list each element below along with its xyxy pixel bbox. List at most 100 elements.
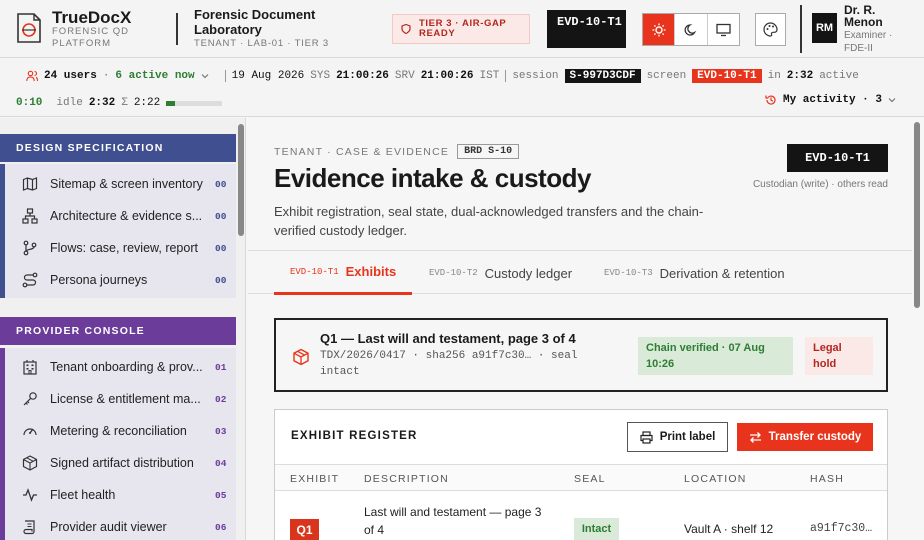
chevron-down-icon[interactable] — [201, 73, 209, 79]
avatar[interactable]: RM — [812, 13, 837, 43]
activity-progress-bar — [166, 100, 223, 106]
register-title: Exhibit register — [291, 430, 418, 442]
key-icon — [23, 392, 37, 406]
sidebar-item-fleet-health[interactable]: Fleet health 05 — [10, 479, 241, 511]
screen-id-badge: EVD-10-T1 — [787, 144, 888, 172]
sidebar-item-label: Fleet health — [50, 488, 116, 502]
active-users[interactable]: 6 active now — [115, 70, 194, 82]
screen-id-badge: EVD-10-T1 — [547, 10, 626, 48]
tab-bar: EVD-10-T1 Exhibits EVD-10-T2 Custody led… — [248, 250, 912, 295]
sidebar-item-number: 00 — [215, 274, 227, 286]
sidebar-item-label: Signed artifact distribution — [50, 456, 194, 470]
status-row-1: 24 users · 6 active now 19 Aug 2026 SYS … — [26, 66, 865, 86]
session-id-badge: S-997D3CDF — [564, 69, 641, 83]
selected-exhibit-card[interactable]: Q1 — Last will and testament, page 3 of … — [274, 318, 888, 392]
sidebar-item-flows[interactable]: Flows: case, review, report 00 — [10, 232, 241, 264]
theme-system-button[interactable] — [708, 14, 739, 45]
brand-subtitle: Forensic QD Platform — [52, 26, 129, 49]
column-header-hash[interactable]: Hash — [810, 473, 844, 485]
sidebar-item-persona-journeys[interactable]: Persona journeys 00 — [10, 264, 241, 296]
current-date: 19 Aug 2026 — [231, 70, 305, 82]
journey-icon — [22, 272, 38, 288]
brd-tag: BRD S-10 — [457, 144, 520, 159]
users-count[interactable]: 24 users — [44, 70, 97, 82]
sidebar-item-number: 02 — [215, 393, 227, 405]
status-row-2: 0:10 idle 2:32 Σ 2:22 — [16, 93, 228, 113]
app-header: TrueDocX Forensic QD Platform Forensic D… — [0, 0, 924, 58]
tab-exhibits[interactable]: EVD-10-T1 Exhibits — [274, 251, 413, 295]
section-header-provider-console[interactable]: Provider console — [0, 317, 236, 345]
flow-icon — [23, 240, 37, 256]
tab-derivation-retention[interactable]: EVD-10-T3 Derivation & retention — [604, 251, 785, 295]
user-role: Examiner · FDE-II — [844, 30, 893, 54]
sidebar-item-number: 01 — [215, 361, 227, 373]
tab-code: EVD-10-T2 — [429, 268, 478, 278]
column-header-location[interactable]: Location — [684, 473, 747, 485]
moon-icon — [684, 23, 697, 36]
legal-hold-badge: Legal hold — [805, 337, 873, 375]
breadcrumb: Tenant · Case & evidence BRD S-10 — [274, 144, 520, 159]
sidebar-item-label: Architecture & evidence s... — [50, 209, 203, 223]
tier-badge: TIER 3 · AIR-GAP READY — [392, 14, 530, 44]
sigma-label: Σ — [121, 97, 128, 109]
table-row[interactable]: Q1 Last will and testament — page 3 of 4… — [275, 492, 887, 540]
exhibit-title: Q1 — Last will and testament, page 3 of … — [320, 331, 576, 346]
chevron-down-icon — [888, 98, 896, 103]
tab-custody-ledger[interactable]: EVD-10-T2 Custody ledger — [429, 251, 572, 295]
theme-switcher — [642, 13, 740, 46]
sidebar-item-label: Provider audit viewer — [50, 520, 167, 534]
breadcrumb-text: Tenant · Case & evidence — [274, 145, 450, 158]
history-icon — [765, 95, 776, 105]
sidebar-item-provider-audit[interactable]: Provider audit viewer 06 — [10, 511, 241, 540]
map-icon — [22, 177, 38, 191]
sidebar-item-architecture[interactable]: Architecture & evidence s... 00 — [10, 200, 241, 232]
sidebar-item-label: Persona journeys — [50, 273, 148, 287]
main-scrollbar[interactable] — [914, 122, 920, 308]
column-header-description[interactable]: Description — [364, 473, 449, 485]
page-description: Exhibit registration, seal state, dual-a… — [274, 204, 704, 238]
sidebar-item-sitemap[interactable]: Sitemap & screen inventory 00 — [10, 168, 241, 200]
sidebar-item-number: 00 — [215, 210, 227, 222]
theme-dark-button[interactable] — [675, 14, 708, 45]
user-name: Dr. R. Menon — [844, 3, 883, 29]
section-body-provider-console: Tenant onboarding & prov... 01 License &… — [0, 348, 236, 540]
gauge-icon — [23, 428, 37, 436]
sidebar-item-artifact-distribution[interactable]: Signed artifact distribution 04 — [10, 447, 241, 479]
print-label-button[interactable]: Print label — [627, 422, 728, 452]
sidebar-item-metering[interactable]: Metering & reconciliation 03 — [10, 415, 241, 447]
sidebar-item-label: License & entitlement ma... — [50, 392, 201, 406]
my-activity-label: My activity · 3 — [782, 94, 882, 106]
active-label: active — [819, 70, 859, 82]
sigma-time: 2:22 — [133, 97, 161, 109]
sidebar-item-tenant-onboarding[interactable]: Tenant onboarding & prov... 01 — [10, 351, 241, 383]
chain-verified-badge: Chain verified · 07 Aug 10:26 — [638, 337, 793, 375]
column-header-exhibit[interactable]: Exhibit — [290, 473, 339, 485]
srv-time: 21:00:26 — [420, 70, 474, 82]
register-header-row: Exhibit Description Seal Location Hash — [275, 464, 887, 491]
sys-time: 21:00:26 — [336, 70, 389, 82]
session-status-bar: 24 users · 6 active now 19 Aug 2026 SYS … — [0, 59, 924, 117]
active-time: 0:10 — [16, 97, 43, 109]
column-header-seal[interactable]: Seal — [574, 473, 606, 485]
palette-icon — [763, 22, 778, 37]
transfer-custody-button[interactable]: Transfer custody — [737, 423, 873, 451]
divider — [224, 70, 226, 82]
building-icon — [23, 360, 37, 375]
my-activity-button[interactable]: My activity · 3 — [759, 94, 896, 106]
in-time: 2:32 — [786, 70, 814, 82]
sidebar-item-number: 00 — [215, 178, 227, 190]
idle-time: 2:32 — [88, 97, 116, 109]
in-label: in — [767, 70, 781, 82]
theme-light-button[interactable] — [643, 14, 676, 45]
activity-progress-fill — [166, 100, 175, 106]
sidebar-item-label: Sitemap & screen inventory — [50, 177, 203, 191]
sidebar-item-number: 00 — [215, 242, 227, 254]
sidebar-item-license[interactable]: License & entitlement ma... 02 — [10, 383, 241, 415]
sidebar-item-label: Tenant onboarding & prov... — [50, 360, 203, 374]
palette-button[interactable] — [755, 13, 786, 46]
exhibit-register: Exhibit register Print label Transfer cu… — [274, 409, 888, 540]
tab-label: Custody ledger — [484, 265, 573, 281]
section-header-design-spec[interactable]: Design specification — [0, 134, 236, 162]
sidebar-item-label: Metering & reconciliation — [50, 424, 187, 438]
monitor-icon — [716, 23, 731, 36]
